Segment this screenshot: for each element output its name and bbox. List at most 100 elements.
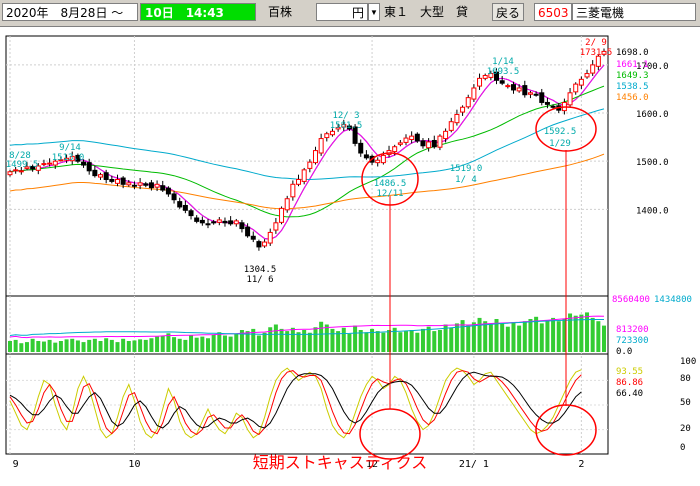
candle-body (290, 183, 296, 198)
candle-body (567, 92, 573, 106)
volume-bar (551, 317, 556, 352)
price-annotation: 1693.5 (487, 67, 520, 77)
volume-bar (75, 340, 80, 352)
candle-body (409, 135, 415, 141)
candle-body (544, 101, 550, 105)
stochastic-tick-label: 80 (680, 374, 691, 384)
volume-bar (87, 339, 92, 352)
y-tick-label: 1600.0 (636, 110, 669, 120)
toolbar: 2020年 8月28日 ～ 10日 14:43 百株 円 ▼ 東１ 大型 貸 戻… (0, 0, 700, 27)
candle-body (590, 64, 596, 74)
candle-body (250, 235, 256, 240)
chevron-down-icon[interactable]: ▼ (368, 3, 380, 21)
candle-body (13, 169, 19, 172)
date-field[interactable]: 2020年 8月28日 ～ (2, 3, 138, 21)
margin-label: 貸 (456, 5, 469, 19)
volume-bar (30, 338, 35, 352)
volume-bar (466, 325, 471, 352)
candle-body (460, 106, 466, 113)
volume-label: 1434800 (654, 295, 692, 305)
price-annotation: 1519.0 (450, 164, 483, 174)
unit-label: 百株 (268, 5, 293, 19)
candle-body (471, 87, 477, 100)
volume-bar (319, 321, 324, 352)
last-price-label: 1698.0 (616, 48, 649, 58)
volume-bar (166, 333, 171, 352)
stochastic-readout: 93.55 (616, 367, 643, 377)
volume-bar (126, 341, 131, 352)
volume-bar (488, 324, 493, 352)
currency-select[interactable]: 円 (316, 3, 368, 21)
volume-bar (273, 324, 278, 352)
right-axis: 1400.01500.01600.01700.01698.01661.11649… (612, 48, 696, 453)
volume-bar (104, 338, 109, 352)
candle-body (392, 146, 398, 153)
candle-body (527, 92, 533, 95)
volume-bar (364, 332, 369, 352)
price-annotation: 1513.0 (52, 153, 85, 163)
size-label: 大型 (420, 5, 445, 19)
candle-body (505, 85, 511, 88)
price-annotation: 1/14 (492, 57, 514, 67)
price-annotation: 1581.5 (330, 121, 363, 131)
candle-body (279, 207, 285, 223)
volume-bar (568, 313, 573, 352)
volume-bar (228, 336, 233, 352)
volume-bar (324, 324, 329, 352)
volume-bar (539, 323, 544, 352)
candle-body (307, 161, 313, 169)
volume-bar (505, 326, 510, 352)
candle-body (194, 217, 200, 222)
stochastics-panel (5, 353, 609, 455)
candle-body (41, 163, 47, 166)
volume-bar (522, 321, 527, 352)
volume-bar (426, 326, 431, 352)
volume-bar (121, 338, 126, 352)
volume-label: 723300 (616, 336, 649, 346)
volume-bar (336, 331, 341, 352)
candle-body (431, 139, 437, 148)
candle-body (109, 178, 115, 182)
volume-bar (234, 333, 239, 352)
candle-body (103, 172, 109, 180)
volume-bar (206, 338, 210, 352)
y-tick-label: 1500.0 (636, 158, 669, 168)
stock-code-field[interactable]: 6503 (534, 3, 572, 21)
candle-body (18, 170, 24, 173)
volume-label: 813200 (616, 325, 649, 335)
candle-body (578, 78, 584, 86)
x-tick-label: 2 (578, 459, 584, 470)
candle-body (584, 73, 590, 78)
candle-body (262, 241, 268, 247)
volume-bar (81, 342, 86, 352)
volume-bar (556, 321, 561, 352)
volume-bar (415, 332, 420, 352)
candle-body (160, 185, 166, 191)
back-button[interactable]: 戻る (492, 3, 524, 21)
candle-body (477, 77, 483, 87)
volume-bar (47, 339, 52, 352)
volume-bar (70, 338, 75, 352)
volume-bar (36, 341, 41, 352)
price-annotation: 1304.5 (244, 265, 277, 275)
volume-bar (500, 323, 505, 352)
volume-bar (172, 337, 177, 352)
volume-bar (160, 335, 165, 352)
volume-bar (347, 333, 352, 352)
candle-body (131, 184, 137, 187)
price-annotation: 1486.5 (374, 179, 407, 189)
candle-body (516, 87, 522, 92)
chart-area: 8/281499.59/141513.01304.511/ 612/ 31581… (5, 35, 696, 472)
period-display[interactable]: 10日 14:43 (140, 3, 256, 21)
volume-bar (590, 317, 595, 352)
candle-body (148, 182, 154, 189)
candle-body (216, 219, 222, 223)
volume-bar (307, 332, 312, 352)
x-tick-label: 10 (128, 459, 140, 470)
volume-bar (381, 332, 386, 352)
volume-bar (194, 337, 199, 352)
candle-body (205, 223, 211, 226)
candle-body (165, 187, 171, 195)
candle-body (47, 162, 53, 165)
volume-label: 8560400 (612, 295, 650, 305)
